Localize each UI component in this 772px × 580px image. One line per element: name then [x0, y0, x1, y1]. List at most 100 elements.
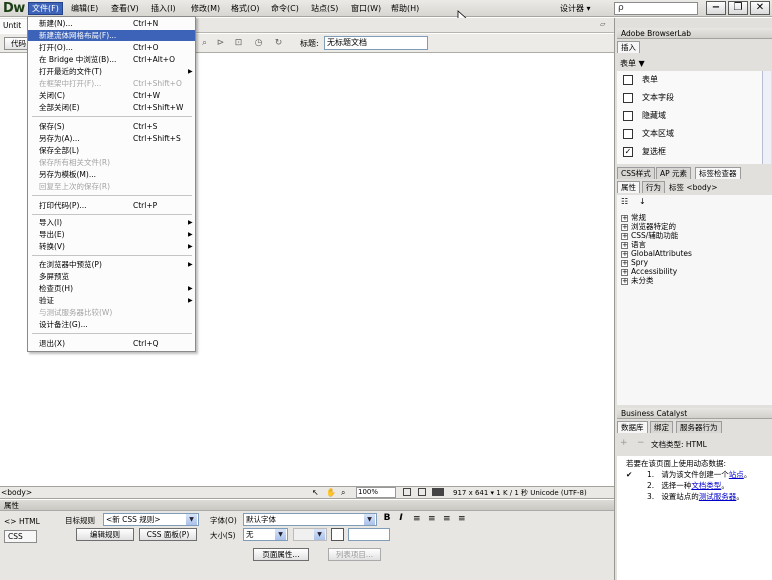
- insert-scrollbar[interactable]: [762, 71, 771, 164]
- tab-insert[interactable]: 插入: [617, 41, 640, 53]
- insert-item-hidden[interactable]: 隐藏域: [617, 107, 762, 125]
- align-right-icon[interactable]: ≡: [443, 514, 451, 524]
- target-rule-select[interactable]: <新 CSS 规则> ▼: [103, 513, 199, 526]
- align-justify-icon[interactable]: ≡: [458, 514, 466, 524]
- menu-item-validate[interactable]: 验证 ▶: [28, 295, 195, 306]
- refresh-icon[interactable]: ↻: [272, 38, 285, 49]
- document-tab[interactable]: Untit: [0, 19, 28, 33]
- menu-site[interactable]: 站点(S): [308, 2, 341, 15]
- menu-item-exit[interactable]: 退出(X) Ctrl+Q: [28, 338, 195, 349]
- menu-commands[interactable]: 命令(C): [268, 2, 302, 15]
- insert-item-checkbox[interactable]: ✓ 复选框: [617, 143, 762, 161]
- tree-item-spry[interactable]: + Spry: [621, 258, 648, 267]
- menu-file[interactable]: 文件(F): [28, 2, 63, 15]
- live-code-icon[interactable]: ⌕: [198, 38, 211, 49]
- window-size-info[interactable]: 917 x 641 ▾ 1 K / 1 秒 Unicode (UTF-8): [453, 488, 587, 498]
- mobile-size-icon[interactable]: [403, 488, 411, 496]
- preview-icon[interactable]: ⊡: [232, 38, 245, 49]
- menu-item-close[interactable]: 关闭(C) Ctrl+W: [28, 90, 195, 101]
- html-tab[interactable]: <> HTML: [4, 517, 40, 526]
- pointer-icon[interactable]: ↖: [312, 488, 319, 497]
- tab-server-behaviors[interactable]: 服务器行为: [676, 421, 722, 433]
- category-view-icon[interactable]: ☷: [621, 197, 628, 206]
- workspace-switcher[interactable]: 设计器 ▾: [560, 3, 591, 14]
- tab-tag-inspector[interactable]: 标签检查器: [695, 167, 741, 179]
- align-left-icon[interactable]: ≡: [413, 514, 421, 524]
- menu-item-save-as-template[interactable]: 另存为模板(M)...: [28, 169, 195, 180]
- search-input[interactable]: ρ: [614, 2, 698, 15]
- desktop-size-icon[interactable]: [432, 488, 444, 496]
- add-icon[interactable]: +: [620, 438, 628, 448]
- check-page-icon[interactable]: ◷: [252, 38, 265, 49]
- menu-item-save-all[interactable]: 保存全部(L): [28, 145, 195, 156]
- insert-item-textfield[interactable]: 文本字段: [617, 89, 762, 107]
- insert-item-form[interactable]: 表单: [617, 71, 762, 89]
- italic-button[interactable]: I: [396, 513, 406, 523]
- size-select[interactable]: 无 ▼: [243, 528, 288, 541]
- menu-item-close-all[interactable]: 全部关闭(E) Ctrl+Shift+W: [28, 102, 195, 113]
- close-button[interactable]: ✕: [750, 1, 770, 15]
- tree-item-uncategorized[interactable]: + 未分类: [621, 276, 654, 285]
- menu-item-print-code[interactable]: 打印代码(P)... Ctrl+P: [28, 200, 195, 211]
- maximize-button[interactable]: ❐: [728, 1, 748, 15]
- tab-ap-elements[interactable]: AP 元素: [656, 167, 692, 179]
- site-link[interactable]: 站点: [729, 470, 744, 479]
- inspect-icon[interactable]: ⊳: [214, 38, 227, 49]
- edit-rule-button[interactable]: 编辑规则: [76, 528, 134, 541]
- menu-item-convert[interactable]: 转换(V) ▶: [28, 241, 195, 252]
- tablet-size-icon[interactable]: [418, 488, 426, 496]
- tree-item-general[interactable]: + 常规: [621, 213, 646, 222]
- minimize-button[interactable]: −: [706, 1, 726, 15]
- doctype-link[interactable]: 文档类型: [691, 481, 721, 490]
- menu-format[interactable]: 格式(O): [228, 2, 263, 15]
- menu-edit[interactable]: 编辑(E): [68, 2, 101, 15]
- menu-item-preview-browser[interactable]: 在浏览器中预览(P) ▶: [28, 259, 195, 270]
- menu-item-open-recent[interactable]: 打开最近的文件(T) ▶: [28, 66, 195, 77]
- menu-item-save[interactable]: 保存(S) Ctrl+S: [28, 121, 195, 132]
- menu-item-import[interactable]: 导入(I) ▶: [28, 217, 195, 228]
- hand-icon[interactable]: ✋: [326, 488, 336, 497]
- tab-bindings[interactable]: 绑定: [650, 421, 673, 433]
- menu-modify[interactable]: 修改(M): [188, 2, 223, 15]
- tree-item-global[interactable]: + GlobalAttributes: [621, 249, 692, 258]
- tab-databases[interactable]: 数据库: [617, 421, 648, 433]
- color-picker[interactable]: [331, 528, 344, 541]
- menu-item-design-notes[interactable]: 设计备注(G)...: [28, 319, 195, 330]
- menu-item-open[interactable]: 打开(O)... Ctrl+O: [28, 42, 195, 53]
- insert-item-textarea[interactable]: 文本区域: [617, 125, 762, 143]
- menu-view[interactable]: 查看(V): [108, 2, 142, 15]
- zoom-icon[interactable]: ⌕: [341, 488, 345, 498]
- css-panel-button[interactable]: CSS 面板(P): [139, 528, 197, 541]
- remove-icon[interactable]: −: [637, 438, 645, 448]
- tree-item-accessibility[interactable]: + Accessibility: [621, 267, 677, 276]
- sort-az-icon[interactable]: ↓: [639, 197, 646, 206]
- align-center-icon[interactable]: ≡: [428, 514, 436, 524]
- menu-window[interactable]: 窗口(W): [348, 2, 384, 15]
- insert-category-select[interactable]: 表单 ▼: [620, 58, 645, 69]
- zoom-select[interactable]: 100%: [356, 487, 396, 498]
- tag-selector[interactable]: <body>: [1, 487, 32, 498]
- page-properties-button[interactable]: 页面属性...: [253, 548, 309, 561]
- tab-behaviors[interactable]: 行为: [642, 181, 665, 193]
- menu-item-check-page[interactable]: 检查页(H) ▶: [28, 283, 195, 294]
- menu-item-browse-bridge[interactable]: 在 Bridge 中浏览(B)... Ctrl+Alt+O: [28, 54, 195, 65]
- css-tab[interactable]: CSS: [4, 530, 37, 543]
- menu-help[interactable]: 帮助(H): [388, 2, 422, 15]
- menu-insert[interactable]: 插入(I): [148, 2, 179, 15]
- menu-item-new[interactable]: 新建(N)... Ctrl+N: [28, 18, 195, 29]
- tree-item-css[interactable]: + CSS/辅助功能: [621, 231, 678, 240]
- tab-attributes[interactable]: 属性: [617, 181, 640, 193]
- font-select[interactable]: 默认字体 ▼: [243, 513, 377, 526]
- test-server-link[interactable]: 测试服务器: [699, 492, 737, 501]
- menu-item-save-as[interactable]: 另存为(A)... Ctrl+Shift+S: [28, 133, 195, 144]
- tree-item-language[interactable]: + 语言: [621, 240, 646, 249]
- tab-css-styles[interactable]: CSS样式: [617, 167, 655, 179]
- menu-item-export[interactable]: 导出(E) ▶: [28, 229, 195, 240]
- title-input[interactable]: 无标题文档: [324, 36, 428, 50]
- color-input[interactable]: [348, 528, 390, 541]
- tree-item-browser[interactable]: + 浏览器特定的: [621, 222, 676, 231]
- menu-item-new-fluid-grid[interactable]: 新建流体网格布局(F)...: [28, 30, 195, 41]
- business-catalyst-title[interactable]: Business Catalyst: [617, 408, 772, 419]
- bold-button[interactable]: B: [382, 513, 392, 523]
- browserlab-panel-title[interactable]: Adobe BrowserLab: [617, 28, 772, 39]
